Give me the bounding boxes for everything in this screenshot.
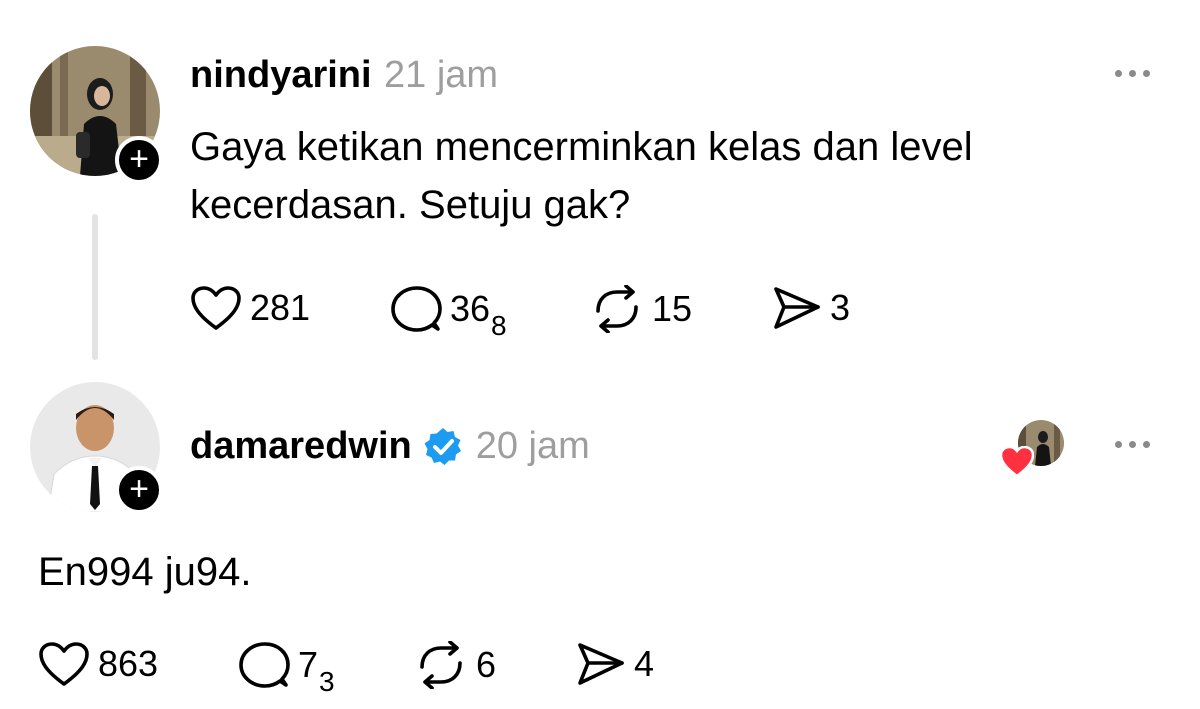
follow-plus-icon[interactable]: + [115, 466, 163, 514]
more-options-icon[interactable] [1115, 441, 1150, 448]
liked-by-heart-icon [999, 445, 1035, 483]
repost-count: 6 [476, 644, 497, 685]
verified-badge-icon [424, 427, 461, 465]
reply-count: 73 [298, 644, 335, 697]
timestamp: 21 jam [384, 54, 499, 96]
repost-count: 15 [652, 288, 693, 329]
username[interactable]: nindyarini [190, 54, 372, 96]
share-button[interactable]: 4 [576, 641, 654, 687]
like-count: 281 [250, 287, 311, 328]
post-header: nindyarini 21 jam [190, 54, 498, 97]
follow-plus-icon[interactable]: + [115, 136, 163, 184]
repost-icon [420, 641, 462, 689]
reply-count-main: 7 [298, 644, 319, 685]
reply-count-main: 36 [450, 288, 491, 329]
post-header: damaredwin 20 jam [190, 425, 590, 468]
repost-button[interactable]: 15 [590, 285, 692, 333]
reply-button[interactable]: 73 [238, 641, 335, 697]
like-count: 863 [98, 643, 159, 684]
send-icon [578, 643, 624, 685]
post-text-line: Gaya ketikan mencerminkan kelas dan leve… [190, 125, 973, 169]
repost-icon [596, 285, 638, 333]
heart-icon [191, 286, 241, 330]
username[interactable]: damaredwin [190, 425, 412, 468]
share-count: 3 [830, 287, 851, 328]
reply-count-sub: 3 [319, 666, 335, 697]
post-nindyarini: + nindyarini 21 jam Gaya ketikan mencerm… [0, 0, 1200, 370]
like-button[interactable]: 281 [190, 285, 310, 331]
share-count: 4 [634, 643, 655, 684]
repost-button[interactable]: 6 [414, 641, 496, 689]
heart-icon [39, 642, 89, 686]
post-text: Gaya ketikan mencerminkan kelas dan leve… [190, 118, 1150, 234]
post-text-line: kecerdasan. Setuju gak? [190, 183, 631, 227]
more-options-icon[interactable] [1115, 70, 1150, 77]
comment-icon [391, 286, 442, 332]
post-damaredwin: + damaredwin 20 jam En994 ju94. 863 73 6… [0, 370, 1200, 709]
share-button[interactable]: 3 [772, 285, 850, 331]
reply-count: 368 [450, 288, 507, 341]
thread-connector-line [92, 214, 98, 360]
post-text: En994 ju94. [38, 550, 252, 594]
reply-count-sub: 8 [491, 310, 507, 341]
reply-button[interactable]: 368 [390, 285, 507, 341]
like-button[interactable]: 863 [38, 641, 158, 687]
comment-icon [239, 642, 290, 688]
timestamp: 20 jam [475, 425, 590, 467]
send-icon [774, 287, 820, 329]
